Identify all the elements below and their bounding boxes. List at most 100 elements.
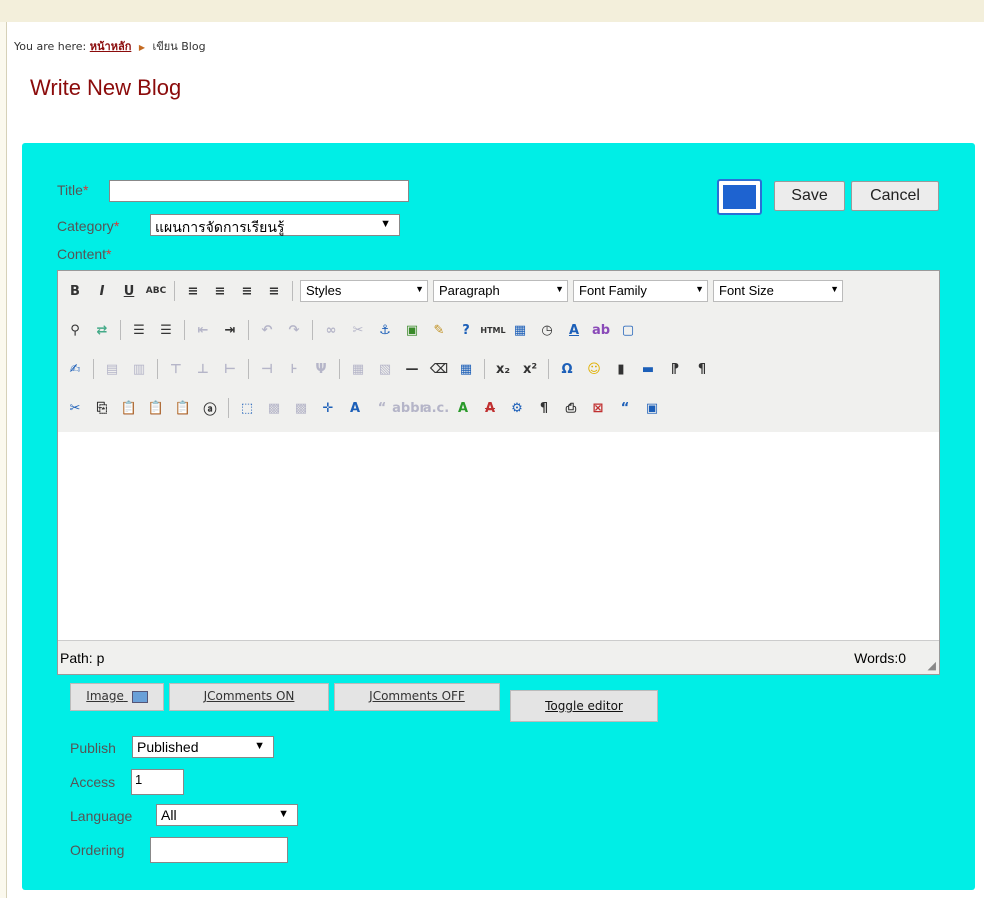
split-cells-icon[interactable]: ▦	[347, 358, 369, 380]
preview-icon[interactable]: ⎙	[560, 397, 582, 419]
jcomments-off-button[interactable]: JComments OFF	[334, 683, 500, 711]
bullet-list-icon[interactable]: ☰	[128, 319, 150, 341]
redo-icon[interactable]: ↷	[283, 319, 305, 341]
page-break-icon[interactable]: ▬	[637, 358, 659, 380]
table-cell-props-icon[interactable]: ▥	[128, 358, 150, 380]
cleanup-icon[interactable]: ✎	[428, 319, 450, 341]
toolbar-separator	[484, 359, 485, 379]
font-size-select-label: Font Size	[719, 283, 774, 298]
dropdown-arrow-icon: ▼	[278, 808, 289, 820]
edit-css-icon[interactable]: ✍	[64, 358, 86, 380]
media-embed-icon[interactable]: ▮	[610, 358, 632, 380]
insert-time-icon[interactable]: ◷	[536, 319, 558, 341]
access-input[interactable]: 1	[131, 769, 184, 795]
font-family-select[interactable]: Font Family ▼	[573, 280, 708, 302]
html-source-icon[interactable]: HTML	[480, 319, 505, 341]
move-forward-icon[interactable]: ▩	[263, 397, 285, 419]
blockquote-icon[interactable]: “	[614, 397, 636, 419]
resize-handle-icon[interactable]: ◢	[928, 659, 936, 672]
ltr-icon[interactable]: ⁋	[664, 358, 686, 380]
breadcrumb-home-link[interactable]: หน้าหลัก	[90, 40, 132, 53]
insert-image-button[interactable]: Image	[70, 683, 164, 711]
acronym-icon[interactable]: a.c.	[423, 397, 449, 419]
deletion-icon[interactable]: A	[479, 397, 501, 419]
move-backward-icon[interactable]: ▩	[290, 397, 312, 419]
insert-col-after-icon[interactable]: ⊦	[283, 358, 305, 380]
replace-icon[interactable]: ⇄	[91, 319, 113, 341]
insert-row-after-icon[interactable]: ⊥	[192, 358, 214, 380]
paste-word-icon[interactable]: 📋	[172, 397, 194, 419]
rtl-icon[interactable]: ¶	[691, 358, 713, 380]
abbreviation-icon[interactable]: abbr	[392, 397, 426, 419]
insert-row-before-icon[interactable]: ⊤	[165, 358, 187, 380]
numbered-list-icon[interactable]: ☰	[155, 319, 177, 341]
insert-date-icon[interactable]: ▦	[509, 319, 531, 341]
align-justify-icon[interactable]: ≡	[263, 280, 285, 302]
styles-props-icon[interactable]: A	[344, 397, 366, 419]
unlink-icon[interactable]: ✂	[347, 319, 369, 341]
fullscreen-icon[interactable]: ▢	[617, 319, 639, 341]
help-icon[interactable]: ?	[455, 319, 477, 341]
save-button[interactable]: Save	[774, 181, 845, 211]
find-icon[interactable]: ⚲	[64, 319, 86, 341]
special-char-icon[interactable]: Ω	[556, 358, 578, 380]
toggle-editor-button[interactable]: Toggle editor	[510, 690, 658, 722]
image-icon[interactable]: ▣	[401, 319, 423, 341]
emoticon-icon[interactable]: ☺	[583, 358, 605, 380]
styles-select[interactable]: Styles ▼	[300, 280, 428, 302]
insert-layer-icon[interactable]: ⬚	[236, 397, 258, 419]
title-label: Title*	[57, 182, 88, 198]
editor-content-area[interactable]	[58, 432, 939, 641]
publish-select[interactable]: Published ▼	[132, 736, 274, 758]
insert-col-before-icon[interactable]: ⊣	[256, 358, 278, 380]
attributes-icon[interactable]: ⚙	[506, 397, 528, 419]
strikethrough-icon[interactable]: ABC	[145, 280, 167, 302]
link-icon[interactable]: ∞	[320, 319, 342, 341]
paste-icon[interactable]: 📋	[118, 397, 140, 419]
media-icon[interactable]	[717, 179, 762, 215]
language-select[interactable]: All ▼	[156, 804, 298, 826]
delete-row-icon[interactable]: ⊢	[219, 358, 241, 380]
superscript-icon[interactable]: x²	[519, 358, 541, 380]
toolbar-separator	[248, 320, 249, 340]
outdent-icon[interactable]: ⇤	[192, 319, 214, 341]
insertion-icon[interactable]: A	[452, 397, 474, 419]
italic-icon[interactable]: I	[91, 280, 113, 302]
citation-icon[interactable]: “	[371, 397, 393, 419]
jcomments-on-button[interactable]: JComments ON	[169, 683, 329, 711]
cancel-button[interactable]: Cancel	[851, 181, 939, 211]
visual-chars-icon[interactable]: ¶	[533, 397, 555, 419]
nonbreaking-icon[interactable]: ⊠	[587, 397, 609, 419]
breadcrumb-prefix: You are here:	[14, 40, 87, 53]
image-thumbnail-icon	[131, 690, 148, 703]
anchor-icon[interactable]: ⚓	[374, 319, 396, 341]
paste-text-icon[interactable]: 📋	[145, 397, 167, 419]
indent-icon[interactable]: ⇥	[219, 319, 241, 341]
merge-cells-icon[interactable]: ▧	[374, 358, 396, 380]
copy-icon[interactable]: ⎘	[91, 397, 113, 419]
highlight-color-icon[interactable]: ab	[590, 319, 612, 341]
subscript-icon[interactable]: x₂	[492, 358, 514, 380]
toolbar-row-3: ✍ ▤ ▥ ⊤ ⊥ ⊢ ⊣ ⊦ Ψ ▦ ▧ — ⌫ ▦ x₂ x² Ω ☺ ▮ …	[64, 355, 713, 383]
remove-format-icon[interactable]: ⌫	[428, 358, 450, 380]
align-left-icon[interactable]: ≡	[182, 280, 204, 302]
undo-icon[interactable]: ↶	[256, 319, 278, 341]
font-size-select[interactable]: Font Size ▼	[713, 280, 843, 302]
align-right-icon[interactable]: ≡	[236, 280, 258, 302]
absolute-position-icon[interactable]: ✛	[317, 397, 339, 419]
table-icon[interactable]: ▦	[455, 358, 477, 380]
underline-icon[interactable]: U	[118, 280, 140, 302]
template-icon[interactable]: ▣	[641, 397, 663, 419]
select-all-icon[interactable]: ⓐ	[199, 397, 221, 419]
horizontal-rule-icon[interactable]: —	[401, 358, 423, 380]
bold-icon[interactable]: B	[64, 280, 86, 302]
category-select[interactable]: แผนการจัดการเรียนรู้ ▼	[150, 214, 400, 236]
cut-icon[interactable]: ✂	[64, 397, 86, 419]
title-input[interactable]	[109, 180, 409, 202]
delete-col-icon[interactable]: Ψ	[310, 358, 332, 380]
table-row-props-icon[interactable]: ▤	[101, 358, 123, 380]
paragraph-select[interactable]: Paragraph ▼	[433, 280, 568, 302]
ordering-input[interactable]	[150, 837, 288, 863]
align-center-icon[interactable]: ≡	[209, 280, 231, 302]
text-color-icon[interactable]: A	[563, 319, 585, 341]
